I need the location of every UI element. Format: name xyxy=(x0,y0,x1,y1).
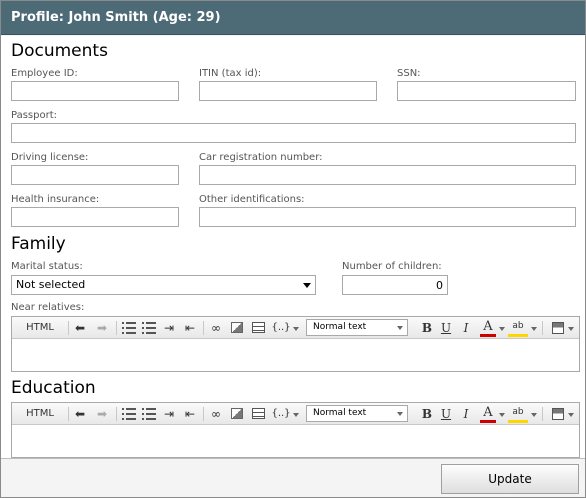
indent-icon[interactable]: ⇥ xyxy=(161,406,177,422)
editor-toolbar: HTML ⬅ ➡ ⇥ ⇤ ∞ {..} Normal text B U I A … xyxy=(12,317,579,339)
profile-window: Profile: John Smith (Age: 29) Documents … xyxy=(0,0,586,498)
marital-status-value: Not selected xyxy=(16,278,86,291)
passport-input[interactable] xyxy=(11,123,576,143)
employee-id-input[interactable] xyxy=(11,81,179,101)
chevron-down-icon xyxy=(293,413,299,417)
bold-button[interactable]: B xyxy=(420,320,434,336)
save-icon[interactable] xyxy=(550,320,566,336)
health-insurance-input[interactable] xyxy=(11,207,179,227)
font-color-button[interactable]: A xyxy=(480,406,496,423)
numbered-list-icon[interactable] xyxy=(142,407,156,420)
save-icon[interactable] xyxy=(550,406,566,422)
children-label: Number of children: xyxy=(342,261,442,272)
outdent-icon[interactable]: ⇤ xyxy=(182,406,198,422)
toolbar-separator xyxy=(542,407,543,421)
marital-status-select[interactable]: Not selected xyxy=(11,275,316,295)
chevron-down-icon xyxy=(568,413,574,417)
table-icon[interactable] xyxy=(250,406,266,422)
redo-icon[interactable]: ➡ xyxy=(94,406,110,422)
driving-license-input[interactable] xyxy=(11,165,179,185)
chevron-down-icon xyxy=(499,413,505,417)
underline-button[interactable]: U xyxy=(439,406,453,422)
education-heading: Education xyxy=(11,378,96,398)
outdent-icon[interactable]: ⇤ xyxy=(182,320,198,336)
image-icon[interactable] xyxy=(229,320,245,336)
code-button[interactable]: {..} xyxy=(270,320,292,336)
toolbar-separator xyxy=(68,407,69,421)
undo-icon[interactable]: ⬅ xyxy=(72,320,88,336)
profile-form: Documents Employee ID: ITIN (tax id): SS… xyxy=(1,36,585,459)
car-registration-input[interactable] xyxy=(199,165,576,185)
editor-toolbar: HTML ⬅ ➡ ⇥ ⇤ ∞ {..} Normal text B U I A … xyxy=(12,403,579,425)
ssn-input[interactable] xyxy=(397,81,576,101)
link-icon[interactable]: ∞ xyxy=(208,406,224,422)
toolbar-separator xyxy=(116,407,117,421)
chevron-down-icon xyxy=(499,327,505,331)
near-relatives-textarea[interactable] xyxy=(12,340,579,371)
health-insurance-label: Health insurance: xyxy=(11,194,100,205)
highlight-color-button[interactable]: ab xyxy=(508,320,528,337)
toolbar-separator xyxy=(542,321,543,335)
text-style-select[interactable]: Normal text xyxy=(306,405,408,422)
marital-status-label: Marital status: xyxy=(11,261,83,272)
toolbar-separator xyxy=(203,321,204,335)
ssn-label: SSN: xyxy=(397,68,421,79)
toolbar-separator xyxy=(203,407,204,421)
itin-label: ITIN (tax id): xyxy=(199,68,262,79)
other-identifications-label: Other identifications: xyxy=(199,194,305,205)
chevron-down-icon xyxy=(397,412,403,416)
toolbar-separator xyxy=(116,321,117,335)
image-icon[interactable] xyxy=(229,406,245,422)
undo-icon[interactable]: ⬅ xyxy=(72,406,88,422)
chevron-down-icon xyxy=(531,413,537,417)
text-style-value: Normal text xyxy=(313,408,367,418)
education-textarea[interactable] xyxy=(12,426,579,457)
text-style-value: Normal text xyxy=(313,322,367,332)
bold-button[interactable]: B xyxy=(420,406,434,422)
chevron-down-icon xyxy=(531,327,537,331)
redo-icon[interactable]: ➡ xyxy=(94,320,110,336)
family-heading: Family xyxy=(11,234,66,254)
bullet-list-icon[interactable] xyxy=(122,407,136,420)
font-color-button[interactable]: A xyxy=(480,320,496,337)
table-icon[interactable] xyxy=(250,320,266,336)
italic-button[interactable]: I xyxy=(459,406,473,422)
html-button[interactable]: HTML xyxy=(22,320,58,336)
italic-button[interactable]: I xyxy=(459,320,473,336)
code-button[interactable]: {..} xyxy=(270,406,292,422)
html-button[interactable]: HTML xyxy=(22,406,58,422)
car-registration-label: Car registration number: xyxy=(199,152,323,163)
window-title: Profile: John Smith (Age: 29) xyxy=(1,1,585,35)
bullet-list-icon[interactable] xyxy=(122,321,136,334)
passport-label: Passport: xyxy=(11,110,57,121)
text-style-select[interactable]: Normal text xyxy=(306,319,408,336)
highlight-color-button[interactable]: ab xyxy=(508,406,528,423)
itin-input[interactable] xyxy=(199,81,377,101)
chevron-down-icon xyxy=(568,327,574,331)
children-input[interactable] xyxy=(342,275,448,295)
underline-button[interactable]: U xyxy=(439,320,453,336)
near-relatives-label: Near relatives: xyxy=(11,302,85,313)
numbered-list-icon[interactable] xyxy=(142,321,156,334)
toolbar-separator xyxy=(68,321,69,335)
chevron-down-icon xyxy=(303,283,311,288)
driving-license-label: Driving license: xyxy=(11,152,89,163)
other-identifications-input[interactable] xyxy=(199,207,576,227)
link-icon[interactable]: ∞ xyxy=(208,320,224,336)
education-editor: HTML ⬅ ➡ ⇥ ⇤ ∞ {..} Normal text B U I A … xyxy=(11,402,580,458)
chevron-down-icon xyxy=(293,327,299,331)
near-relatives-editor: HTML ⬅ ➡ ⇥ ⇤ ∞ {..} Normal text B U I A … xyxy=(11,316,580,372)
employee-id-label: Employee ID: xyxy=(11,68,78,79)
chevron-down-icon xyxy=(397,326,403,330)
documents-heading: Documents xyxy=(11,41,108,61)
update-button[interactable]: Update xyxy=(441,464,579,494)
indent-icon[interactable]: ⇥ xyxy=(161,320,177,336)
